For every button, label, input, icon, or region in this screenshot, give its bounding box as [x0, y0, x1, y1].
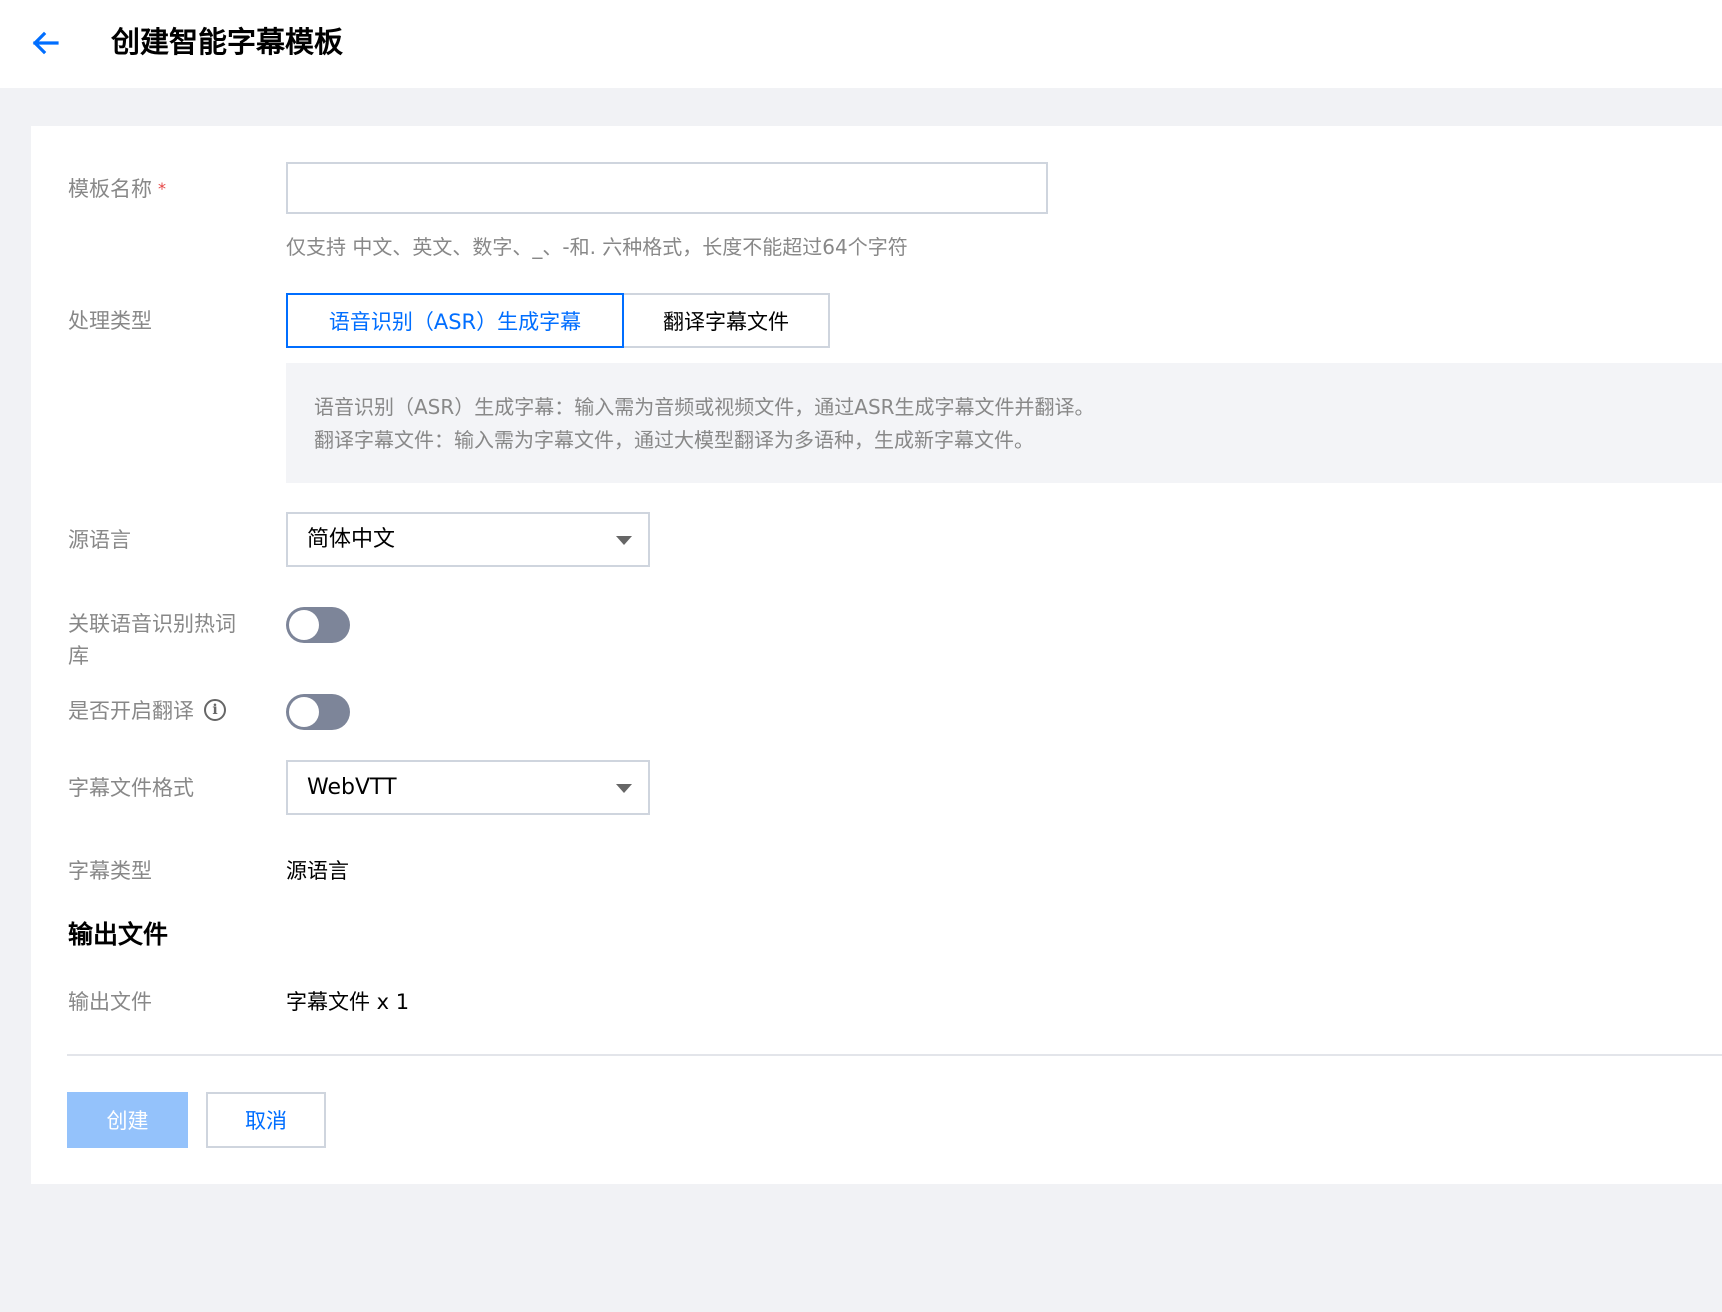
process-type-description: 语音识别（ASR）生成字幕：输入需为音频或视频文件，通过ASR生成字幕文件并翻译…	[286, 363, 1722, 483]
subtitle-type-value: 源语言	[286, 859, 349, 883]
translation-toggle[interactable]	[286, 694, 350, 730]
form-card: 模板名称 * 仅支持 中文、英文、数字、_、-和. 六种格式，长度不能超过64个字…	[31, 126, 1722, 1184]
description-line-asr: 语音识别（ASR）生成字幕：输入需为音频或视频文件，通过ASR生成字幕文件并翻译…	[314, 395, 1095, 419]
process-type-translate-option[interactable]: 翻译字幕文件	[622, 293, 830, 348]
arrow-left-icon	[32, 31, 59, 55]
template-name-hint: 仅支持 中文、英文、数字、_、-和. 六种格式，长度不能超过64个字符	[286, 235, 908, 259]
translation-label: 是否开启翻译 i	[68, 695, 226, 727]
toggle-knob	[289, 610, 319, 640]
translation-label-text: 是否开启翻译	[68, 699, 194, 723]
template-name-input[interactable]	[286, 162, 1048, 214]
source-language-label: 源语言	[68, 528, 131, 552]
caret-down-icon	[616, 784, 632, 793]
hotword-label: 关联语音识别热词 库	[68, 608, 236, 672]
hotword-label-line1: 关联语音识别热词	[68, 612, 236, 636]
process-type-asr-option[interactable]: 语音识别（ASR）生成字幕	[286, 293, 624, 348]
hotword-label-line2: 库	[68, 644, 89, 668]
subtitle-format-value: WebVTT	[307, 775, 397, 800]
process-type-label: 处理类型	[68, 309, 152, 333]
output-section-title: 输出文件	[68, 920, 169, 949]
source-language-value: 简体中文	[307, 527, 396, 552]
back-button[interactable]	[28, 26, 62, 60]
divider	[67, 1054, 1722, 1056]
subtitle-type-label: 字幕类型	[68, 859, 152, 883]
hotword-toggle[interactable]	[286, 607, 350, 643]
toggle-knob	[289, 697, 319, 727]
page-title: 创建智能字幕模板	[111, 25, 344, 59]
create-button[interactable]: 创建	[67, 1092, 188, 1148]
source-language-select[interactable]: 简体中文	[286, 512, 650, 567]
output-file-value: 字幕文件 x 1	[286, 990, 410, 1014]
required-mark: *	[158, 179, 166, 198]
cancel-button[interactable]: 取消	[206, 1092, 326, 1148]
info-glyph: i	[212, 702, 218, 718]
page-header: 创建智能字幕模板	[0, 0, 1722, 88]
info-icon[interactable]: i	[204, 699, 226, 721]
template-name-label-text: 模板名称	[68, 177, 152, 201]
subtitle-format-label: 字幕文件格式	[68, 776, 194, 800]
subtitle-format-select[interactable]: WebVTT	[286, 760, 650, 815]
template-name-label: 模板名称 *	[68, 173, 166, 205]
output-file-label: 输出文件	[68, 990, 152, 1014]
caret-down-icon	[616, 536, 632, 545]
description-line-translate: 翻译字幕文件：输入需为字幕文件，通过大模型翻译为多语种，生成新字幕文件。	[314, 428, 1034, 452]
